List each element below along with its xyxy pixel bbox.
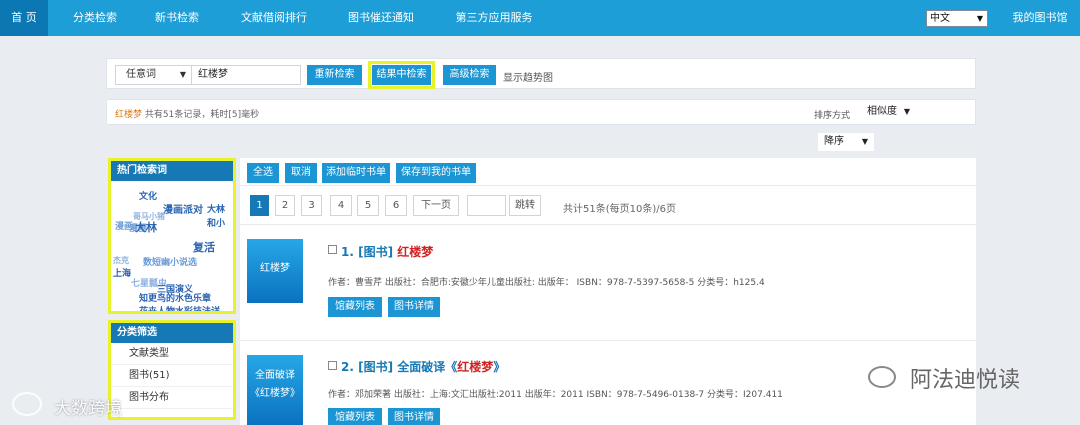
record-meta: 作者：邓加荣著 出版社：上海:文汇出版社:2011 出版年：2011 ISBN：…: [328, 390, 783, 400]
select-all-button[interactable]: 全选: [247, 163, 279, 183]
order-value: 降序: [824, 136, 844, 147]
hot-word-tag[interactable]: 大林: [207, 202, 225, 215]
watermark-right: 阿法迪悦读: [910, 368, 1021, 393]
record-checkbox[interactable]: [328, 361, 337, 370]
record-type: [图书]: [358, 360, 394, 374]
category-item-books[interactable]: 图书(51): [111, 365, 233, 387]
hot-word-tag[interactable]: 花卉人物水彩技法详: [139, 304, 220, 311]
nav-home[interactable]: 首 页: [0, 0, 48, 36]
record-checkbox[interactable]: [328, 245, 337, 254]
search-field-value: 任意词: [126, 69, 156, 80]
record-title[interactable]: 2. [图书] 全面破译《红楼梦》: [341, 358, 505, 375]
watermark-logo-icon: [12, 392, 42, 416]
save-my-list-button[interactable]: 保存到我的书单: [396, 163, 476, 183]
nav-third-party[interactable]: 第三方应用服务: [442, 0, 546, 36]
nav-new-books[interactable]: 新书检索: [140, 0, 214, 36]
top-nav: 首 页 分类检索 新书检索 文献借阅排行 图书催还通知 第三方应用服务 中文 ▼…: [0, 0, 1080, 36]
nav-borrow-ranking[interactable]: 文献借阅排行: [228, 0, 320, 36]
book-detail-button[interactable]: 图书详情: [388, 408, 440, 425]
language-value: 中文: [930, 13, 950, 24]
record-type: [图书]: [358, 245, 394, 259]
trend-chart-link[interactable]: 显示趋势图: [503, 69, 553, 84]
divider: [240, 224, 976, 225]
category-filter-title: 分类筛选: [111, 323, 233, 343]
hot-word-tag[interactable]: 知更鸟的水色乐章: [139, 291, 211, 304]
divider: [240, 185, 976, 186]
hot-word-tag[interactable]: 和小: [207, 216, 225, 229]
book-cover[interactable]: 红楼梦: [247, 239, 303, 303]
next-page-button[interactable]: 下一页: [413, 195, 459, 216]
holdings-list-button[interactable]: 馆藏列表: [328, 297, 382, 317]
nav-category-search[interactable]: 分类检索: [58, 0, 132, 36]
results-summary: 红楼梦 共有51条记录，耗时[5]毫秒: [115, 107, 259, 120]
hot-word-tag[interactable]: 文化: [139, 189, 157, 202]
record-index: 1.: [341, 245, 354, 259]
book-cover-title: 《红楼梦》: [250, 388, 300, 399]
search-field-select[interactable]: 任意词 ▼: [115, 65, 192, 85]
page-jump-button[interactable]: 跳转: [509, 195, 541, 216]
cancel-button[interactable]: 取消: [285, 163, 317, 183]
results-keyword: 红楼梦: [115, 110, 143, 120]
page-2[interactable]: 2: [275, 195, 295, 216]
holdings-list-button[interactable]: 馆藏列表: [328, 408, 382, 425]
record-title-prefix: 全面破译《: [397, 360, 458, 374]
chevron-down-icon: ▼: [179, 70, 186, 79]
hot-words-title: 热门检索词: [111, 161, 233, 181]
book-cover[interactable]: 全面破译 《红楼梦》: [247, 355, 303, 425]
add-temp-list-button[interactable]: 添加临时书单: [322, 163, 390, 183]
order-select[interactable]: 降序 ▼: [818, 133, 874, 151]
hot-word-tag[interactable]: 漫画派对: [163, 201, 203, 216]
category-filter-panel: 分类筛选 文献类型 图书(51) 图书分布: [108, 320, 236, 420]
record-title-keyword: 红楼梦: [457, 360, 494, 374]
nav-return-notice[interactable]: 图书催还通知: [336, 0, 426, 36]
record-title-suffix: 》: [493, 360, 506, 374]
hot-words-panel: 热门检索词 文化 漫画派对 大林 漫画 哥马小猪 和小 漫画 大林 复活 杰克 …: [108, 158, 236, 314]
hot-word-tag[interactable]: 杰克: [113, 255, 129, 266]
search-within-button[interactable]: 结果中检索: [368, 61, 435, 89]
sort-select[interactable]: 相似度 ▼: [861, 103, 916, 121]
research-button[interactable]: 重新检索: [307, 65, 362, 85]
hot-word-tag[interactable]: 复活: [193, 239, 215, 255]
pagination-summary: 共计51条(每页10条)/6页: [563, 204, 676, 215]
watermark-left: 大数跨境: [54, 399, 122, 419]
category-item-distribution[interactable]: 图书分布: [111, 387, 233, 409]
divider: [240, 340, 976, 341]
sort-value: 相似度: [867, 106, 897, 117]
search-input[interactable]: 红楼梦: [191, 65, 301, 85]
page-1[interactable]: 1: [250, 195, 269, 216]
book-cover-title: 红楼梦: [260, 263, 290, 274]
record-title[interactable]: 1. [图书] 红楼梦: [341, 243, 433, 260]
record-index: 2.: [341, 360, 354, 374]
hot-word-tag[interactable]: 大林: [135, 219, 157, 235]
chevron-down-icon: ▼: [903, 107, 910, 116]
book-cover-title: 全面破译: [255, 370, 295, 381]
search-panel: 任意词 ▼ 红楼梦 重新检索 结果中检索 高级检索 显示趋势图: [106, 58, 976, 89]
page-5[interactable]: 5: [357, 195, 379, 216]
chevron-down-icon: ▼: [861, 137, 868, 146]
sort-label: 排序方式: [814, 111, 851, 121]
book-detail-button[interactable]: 图书详情: [388, 297, 440, 317]
advanced-search-button[interactable]: 高级检索: [443, 65, 496, 85]
wechat-icon: [868, 366, 896, 388]
page-3[interactable]: 3: [301, 195, 322, 216]
hot-word-tag[interactable]: 数短幽小说选: [143, 255, 197, 268]
category-item-doc-type[interactable]: 文献类型: [111, 343, 233, 365]
page-6[interactable]: 6: [385, 195, 407, 216]
page-4[interactable]: 4: [330, 195, 352, 216]
results-count-text: 共有51条记录，耗时[5]毫秒: [144, 110, 260, 120]
hot-word-tag[interactable]: 上海: [113, 266, 131, 279]
language-select[interactable]: 中文 ▼: [926, 10, 988, 27]
nav-my-library[interactable]: 我的图书馆: [1006, 0, 1074, 36]
chevron-down-icon: ▼: [976, 14, 983, 23]
record-meta: 作者：曹雪芹 出版社：合肥市:安徽少年儿童出版社: 出版年： ISBN：978-…: [328, 278, 765, 288]
page-jump-input[interactable]: [467, 195, 506, 216]
record-title-keyword: 红楼梦: [397, 245, 434, 259]
